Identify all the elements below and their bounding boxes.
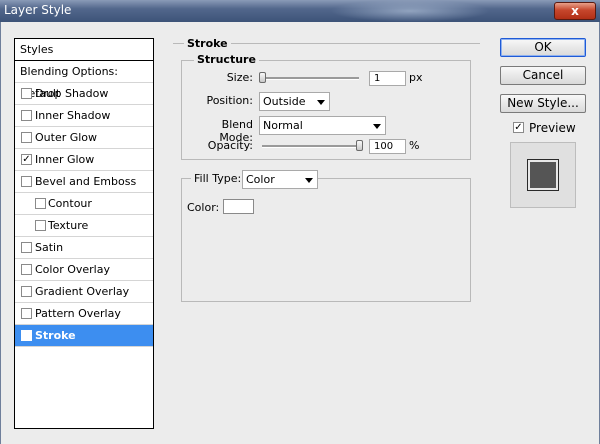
- size-label: Size:: [226, 71, 253, 84]
- list-item-pattern-overlay[interactable]: Pattern Overlay: [15, 303, 153, 325]
- opacity-label: Opacity:: [207, 139, 253, 152]
- blend-mode-value: Normal: [263, 119, 303, 132]
- opacity-slider-thumb[interactable]: [356, 140, 363, 151]
- list-item-outer-glow[interactable]: Outer Glow: [15, 127, 153, 149]
- blending-options-item[interactable]: Blending Options: Default: [15, 61, 153, 100]
- color-overlay-label: Color Overlay: [35, 263, 110, 276]
- list-item-satin[interactable]: Satin: [15, 237, 153, 259]
- outer-glow-label: Outer Glow: [35, 131, 98, 144]
- satin-label: Satin: [35, 241, 64, 254]
- pattern-overlay-label: Pattern Overlay: [35, 307, 121, 320]
- fill-type-value: Color: [246, 173, 275, 186]
- outer-glow-checkbox[interactable]: [21, 132, 32, 143]
- list-item-inner-shadow[interactable]: Inner Shadow: [15, 105, 153, 127]
- preview-label: Preview: [529, 121, 576, 135]
- stroke-label: Stroke: [35, 329, 76, 342]
- layer-style-dialog: Layer Style x Styles Blending Options: D…: [0, 0, 600, 444]
- contour-checkbox[interactable]: [35, 198, 46, 209]
- stroke-checkbox[interactable]: ✓: [21, 330, 32, 341]
- inner-shadow-label: Inner Shadow: [35, 109, 111, 122]
- fill-type-label: Fill Type:: [191, 172, 245, 185]
- bevel-emboss-label: Bevel and Emboss: [35, 175, 137, 188]
- size-unit: px: [409, 71, 423, 84]
- position-value: Outside: [263, 95, 306, 108]
- drop-shadow-label: Drop Shadow: [35, 87, 109, 100]
- stroke-group-title: Stroke: [184, 37, 231, 50]
- list-item-contour[interactable]: Contour: [15, 193, 153, 215]
- stroke-color-swatch[interactable]: [223, 199, 254, 214]
- title-bar[interactable]: Layer Style x: [0, 0, 600, 22]
- preview-area: [510, 142, 576, 208]
- contour-label: Contour: [48, 197, 92, 210]
- preview-checkbox[interactable]: ✓: [513, 122, 524, 133]
- list-item-inner-glow[interactable]: ✓ Inner Glow: [15, 149, 153, 171]
- list-item-gradient-overlay[interactable]: Gradient Overlay: [15, 281, 153, 303]
- fill-group: [181, 178, 471, 302]
- inner-glow-label: Inner Glow: [35, 153, 95, 166]
- dialog-body: Styles Blending Options: Default Drop Sh…: [0, 22, 600, 444]
- opacity-slider-track[interactable]: [262, 145, 359, 148]
- chevron-down-icon: [373, 124, 381, 129]
- size-input[interactable]: 1: [369, 71, 406, 86]
- inner-glow-checkbox[interactable]: ✓: [21, 154, 32, 165]
- inner-shadow-checkbox[interactable]: [21, 110, 32, 121]
- size-slider-thumb[interactable]: [259, 72, 266, 83]
- bevel-emboss-checkbox[interactable]: [21, 176, 32, 187]
- preview-thumbnail: [527, 159, 559, 191]
- list-item-drop-shadow[interactable]: Drop Shadow: [15, 83, 153, 105]
- styles-list: Styles Blending Options: Default Drop Sh…: [14, 38, 154, 429]
- close-icon: x: [571, 4, 579, 18]
- color-label: Color:: [187, 201, 220, 214]
- list-item-bevel-emboss[interactable]: Bevel and Emboss: [15, 171, 153, 193]
- window-title: Layer Style: [4, 3, 72, 17]
- styles-header-label: Styles: [20, 43, 54, 56]
- list-item-texture[interactable]: Texture: [15, 215, 153, 237]
- position-label: Position:: [206, 94, 253, 107]
- size-slider-track[interactable]: [262, 77, 359, 80]
- texture-checkbox[interactable]: [35, 220, 46, 231]
- gradient-overlay-checkbox[interactable]: [21, 286, 32, 297]
- opacity-unit: %: [409, 139, 420, 152]
- position-dropdown[interactable]: Outside: [259, 92, 330, 111]
- close-button[interactable]: x: [554, 2, 596, 20]
- pattern-overlay-checkbox[interactable]: [21, 308, 32, 319]
- title-bar-glow: [330, 0, 490, 22]
- new-style-button[interactable]: New Style...: [500, 94, 586, 113]
- ok-button[interactable]: OK: [500, 38, 586, 57]
- styles-header[interactable]: Styles: [15, 39, 153, 61]
- opacity-input[interactable]: 100: [369, 139, 406, 154]
- drop-shadow-checkbox[interactable]: [21, 88, 32, 99]
- chevron-down-icon: [317, 100, 325, 105]
- cancel-button[interactable]: Cancel: [500, 66, 586, 85]
- list-item-stroke[interactable]: ✓ Stroke: [15, 325, 153, 347]
- satin-checkbox[interactable]: [21, 242, 32, 253]
- blend-mode-dropdown[interactable]: Normal: [259, 116, 386, 135]
- fill-type-dropdown[interactable]: Color: [242, 170, 318, 189]
- texture-label: Texture: [48, 219, 89, 232]
- structure-group-title: Structure: [194, 53, 259, 66]
- color-overlay-checkbox[interactable]: [21, 264, 32, 275]
- chevron-down-icon: [305, 178, 313, 183]
- list-item-color-overlay[interactable]: Color Overlay: [15, 259, 153, 281]
- gradient-overlay-label: Gradient Overlay: [35, 285, 130, 298]
